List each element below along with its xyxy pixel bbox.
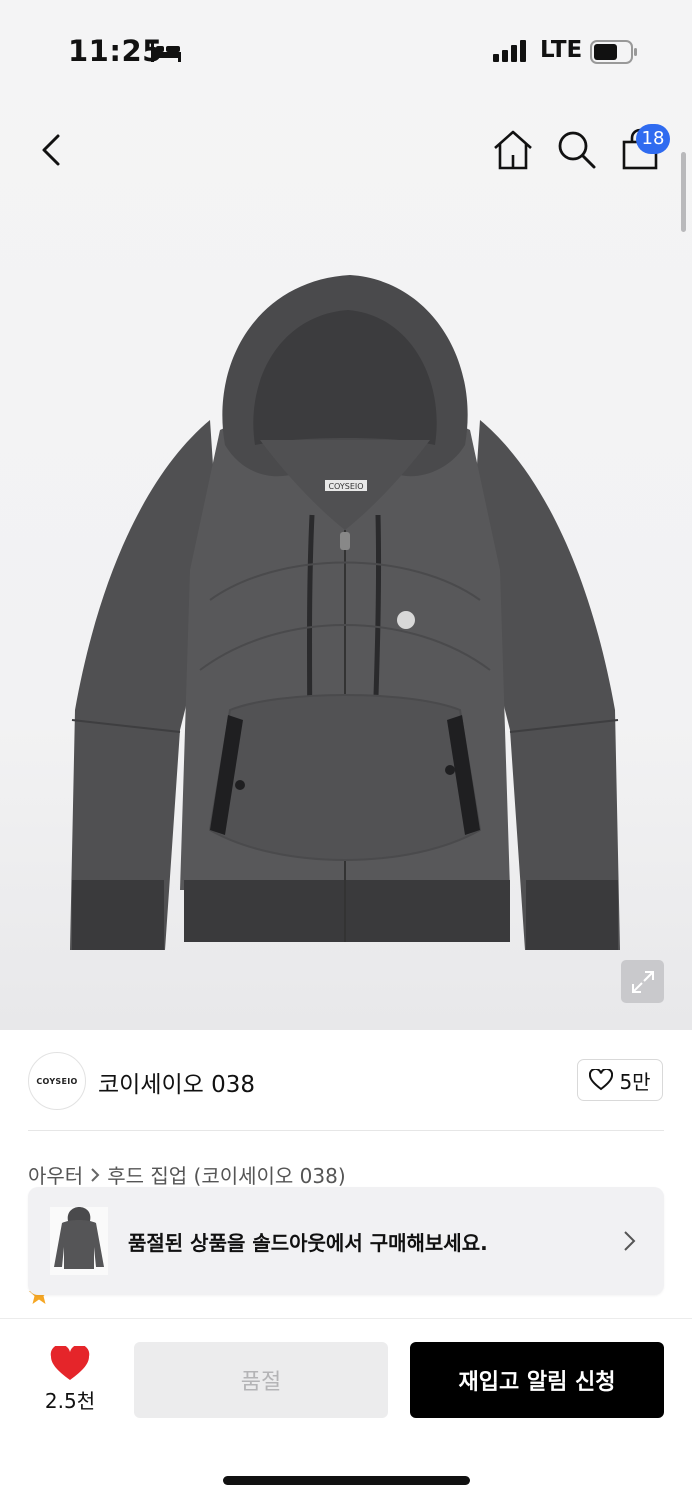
search-icon[interactable] (555, 128, 597, 172)
svg-text:COYSEIO: COYSEIO (328, 482, 363, 491)
divider (28, 1130, 664, 1131)
chevron-right-icon[interactable] (618, 1227, 640, 1255)
soldout-banner[interactable]: 품절된 상품을 솔드아웃에서 구매해보세요. (28, 1187, 664, 1295)
wishlist-heart-icon[interactable] (50, 1346, 90, 1382)
cart-count-badge: 18 (636, 124, 670, 154)
breadcrumb: 아우터 후드 집업 (코이세이오 038) (28, 1160, 346, 1189)
sleep-focus-icon (151, 42, 181, 62)
breadcrumb-subcategory[interactable]: 후드 집업 (코이세이오 038) (107, 1160, 345, 1189)
banner-product-thumbnail (50, 1207, 108, 1275)
scrollbar[interactable] (681, 152, 686, 232)
banner-message: 품절된 상품을 솔드아웃에서 구매해보세요. (128, 1231, 488, 1255)
brand-like-count: 5만 (619, 1069, 651, 1094)
heart-outline-icon (589, 1069, 614, 1091)
brand-name[interactable]: 코이세이오 038 (98, 1065, 255, 1099)
zoom-button[interactable] (621, 960, 664, 1003)
brand-logo-text: COYSEIO (36, 1076, 78, 1086)
status-time: 11:25 (68, 34, 163, 68)
expand-icon (631, 970, 654, 993)
hoodie-product-image: COYSEIO (70, 275, 620, 950)
chevron-right-icon (91, 1167, 100, 1182)
soldout-button: 품절 (134, 1342, 388, 1418)
back-icon[interactable] (34, 128, 74, 172)
brand-like-button[interactable]: 5만 (577, 1059, 663, 1101)
wishlist-count: 2.5천 (44, 1389, 96, 1413)
breadcrumb-category[interactable]: 아우터 (28, 1160, 83, 1189)
battery-icon (590, 40, 637, 64)
status-bar: 11:25 LTE (0, 0, 692, 100)
signal-icon (493, 40, 526, 62)
restock-alert-button[interactable]: 재입고 알림 신청 (410, 1342, 664, 1418)
home-indicator[interactable] (223, 1476, 470, 1485)
brand-logo[interactable]: COYSEIO (28, 1052, 86, 1110)
network-type: LTE (540, 37, 583, 63)
home-icon[interactable] (492, 128, 534, 172)
